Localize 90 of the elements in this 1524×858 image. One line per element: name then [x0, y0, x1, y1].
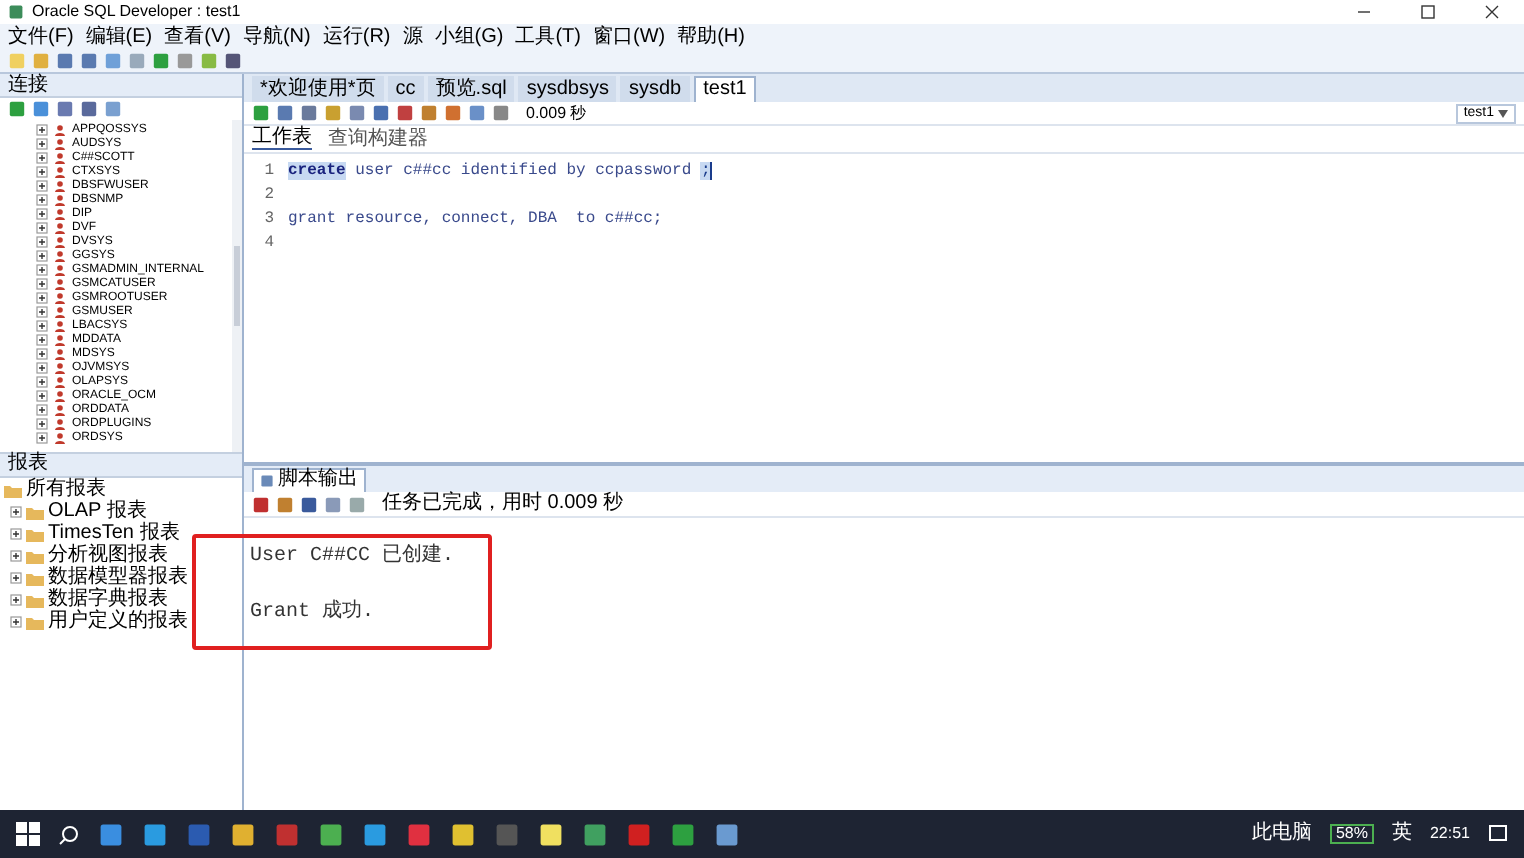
menu-item[interactable]: 文件(F) — [8, 27, 74, 47]
expand-icon[interactable] — [36, 249, 48, 261]
notification-icon[interactable] — [1488, 824, 1508, 844]
clock[interactable]: 22:51 — [1429, 826, 1470, 842]
expand-icon[interactable] — [36, 291, 48, 303]
maximize-icon[interactable] — [1420, 4, 1436, 20]
expand-icon[interactable] — [10, 616, 22, 628]
taskbar-app-icon[interactable] — [142, 821, 168, 847]
expand-icon[interactable] — [36, 389, 48, 401]
output-tab[interactable]: 脚本输出 — [252, 467, 366, 491]
output-line: Grant 成功. — [250, 602, 377, 626]
taskbar-app-icon[interactable] — [230, 821, 256, 847]
tree-item[interactable]: 用户定义的报表 — [48, 612, 188, 632]
battery-indicator: 58% — [1329, 824, 1374, 844]
tree-item[interactable]: TimesTen 报表 — [48, 524, 180, 544]
expand-icon[interactable] — [10, 594, 22, 606]
line-number: 3 — [264, 210, 274, 228]
close-icon[interactable] — [1484, 4, 1500, 20]
menu-item[interactable]: 编辑(E) — [85, 27, 153, 47]
app-icon — [8, 4, 24, 20]
expand-icon[interactable] — [36, 193, 48, 205]
line-number: 4 — [264, 234, 274, 252]
tree-item[interactable]: 数据模型器报表 — [48, 568, 188, 588]
taskbar-app-icon[interactable] — [582, 821, 608, 847]
menu-item[interactable]: 帮助(H) — [677, 27, 745, 47]
tree-item[interactable]: 所有报表 — [26, 480, 106, 500]
taskbar-app-icon[interactable] — [450, 821, 476, 847]
tray-label[interactable]: 此电脑 — [1251, 824, 1312, 844]
window-title: Oracle SQL Developer : test1 — [32, 4, 241, 20]
panel-title: 连接 — [8, 75, 48, 95]
taskbar-app-icon[interactable] — [538, 821, 564, 847]
editor-tab[interactable]: 预览.sql — [427, 76, 515, 102]
output-line: User C##CC 已创建. — [250, 546, 457, 570]
menu-item[interactable]: 运行(R) — [322, 27, 391, 47]
line-number: 2 — [264, 186, 274, 204]
line-number: 1 — [264, 162, 274, 180]
menu-item[interactable]: 工具(T) — [515, 27, 581, 47]
expand-icon[interactable] — [36, 207, 48, 219]
editor-tab[interactable]: sysdb — [620, 76, 690, 102]
expand-icon[interactable] — [36, 403, 48, 415]
taskbar-app-icon[interactable] — [318, 821, 344, 847]
expand-icon[interactable] — [36, 235, 48, 247]
code-line: grant resource, connect, DBA to c##cc; — [288, 208, 663, 232]
script-icon — [260, 473, 274, 487]
menu-item[interactable]: 源 — [402, 27, 423, 47]
ime-indicator[interactable]: 英 — [1391, 824, 1412, 844]
expand-icon[interactable] — [36, 361, 48, 373]
tree-item[interactable]: 数据字典报表 — [48, 590, 168, 610]
editor-tab[interactable]: test1 — [693, 76, 757, 102]
expand-icon[interactable] — [10, 506, 22, 518]
expand-icon[interactable] — [36, 137, 48, 149]
tree-item[interactable]: OLAP 报表 — [48, 502, 147, 522]
expand-icon[interactable] — [36, 319, 48, 331]
sub-tab[interactable]: 工作表 — [252, 128, 312, 150]
expand-icon[interactable] — [36, 305, 48, 317]
expand-icon[interactable] — [36, 179, 48, 191]
caret-icon — [1498, 109, 1508, 117]
editor-tab[interactable]: cc — [387, 76, 424, 102]
menu-item[interactable]: 查看(V) — [164, 27, 231, 47]
windows-logo-icon[interactable] — [16, 822, 40, 846]
expand-icon[interactable] — [36, 333, 48, 345]
editor-tab[interactable]: sysdbsys — [518, 76, 617, 102]
elapsed-time: 0.009 秒 — [526, 105, 587, 121]
search-icon[interactable] — [58, 823, 80, 845]
taskbar-app-icon[interactable] — [670, 821, 696, 847]
expand-icon[interactable] — [10, 550, 22, 562]
expand-icon[interactable] — [36, 347, 48, 359]
panel-title: 报表 — [8, 454, 48, 474]
expand-icon[interactable] — [36, 123, 48, 135]
status-text: 任务已完成，用时 0.009 秒 — [382, 494, 624, 514]
code-line: create user c##cc identified by ccpassword ; — [288, 160, 713, 184]
sub-tab[interactable]: 查询构建器 — [328, 129, 428, 149]
expand-icon[interactable] — [36, 277, 48, 289]
expand-icon[interactable] — [36, 221, 48, 233]
expand-icon[interactable] — [36, 263, 48, 275]
expand-icon[interactable] — [10, 572, 22, 584]
scrollbar-thumb[interactable] — [234, 245, 240, 326]
tree-item[interactable]: 分析视图报表 — [48, 546, 168, 566]
expand-icon[interactable] — [10, 528, 22, 540]
expand-icon[interactable] — [36, 165, 48, 177]
menu-item[interactable]: 导航(N) — [242, 27, 311, 47]
expand-icon[interactable] — [36, 375, 48, 387]
expand-icon[interactable] — [36, 151, 48, 163]
expand-icon[interactable] — [36, 417, 48, 429]
menu-item[interactable]: 窗口(W) — [592, 27, 666, 47]
editor-tab[interactable]: *欢迎使用*页 — [252, 76, 384, 102]
expand-icon[interactable] — [36, 431, 48, 443]
taskbar-app-icon[interactable] — [362, 821, 388, 847]
menu-item[interactable]: 小组(G) — [434, 27, 504, 47]
taskbar-app-icon[interactable] — [714, 821, 740, 847]
